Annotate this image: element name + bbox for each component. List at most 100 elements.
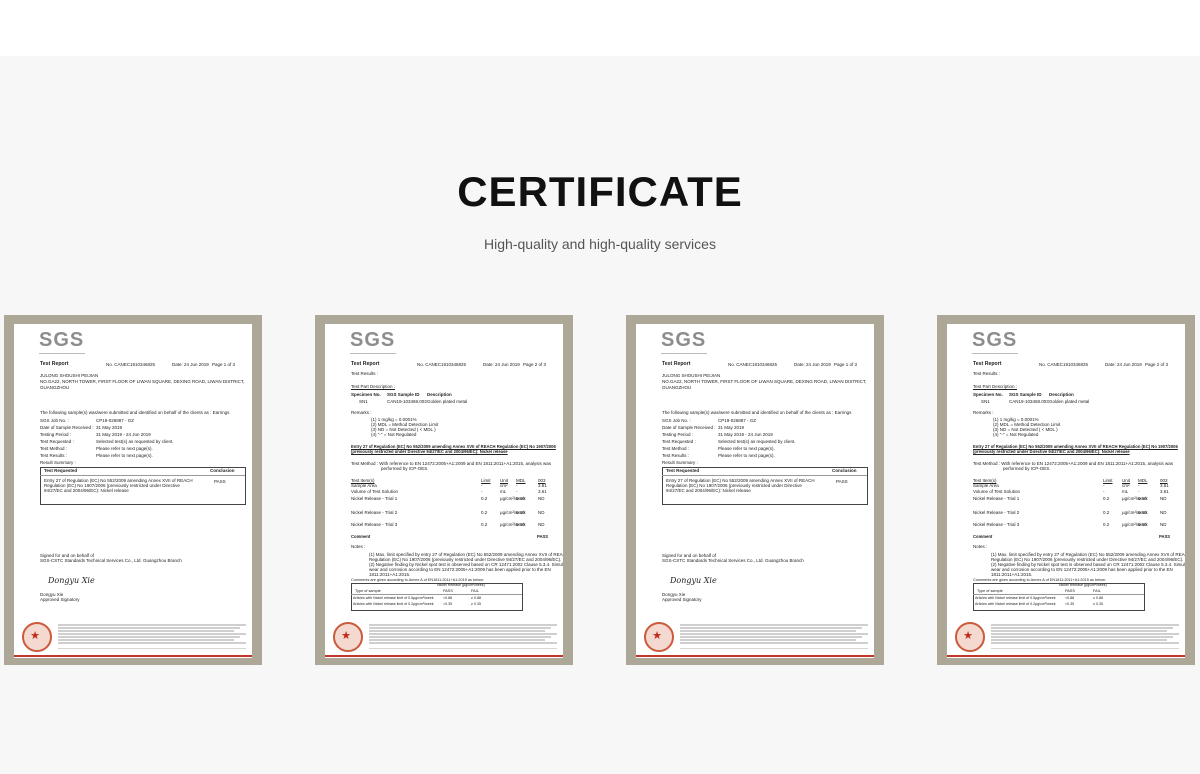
summary-conclusion: PASS xyxy=(836,479,848,484)
results-cell: 3.61 xyxy=(1160,489,1169,494)
remarks-label: Remarks : xyxy=(973,410,994,415)
description-header: Description xyxy=(1049,392,1074,397)
report-title: Test Report xyxy=(351,361,380,367)
info-label: Test Requested : xyxy=(40,439,74,444)
nickel-table-divider xyxy=(351,594,522,595)
fine-print-line xyxy=(991,633,1179,635)
certificate-frame[interactable]: SGS Test Report No. CANEC1910346825 Date: 2… xyxy=(937,315,1195,665)
results-cell: 0.2 xyxy=(481,496,488,501)
footer-red-bar xyxy=(325,655,563,657)
results-cell: Sample Area xyxy=(973,483,999,488)
sample-id: CAN19-103468.003 xyxy=(387,399,427,404)
info-value: 31 May 2019 xyxy=(96,425,123,430)
nickel-table-cell: <0.35 xyxy=(1065,602,1075,606)
results-heading: Test Results : xyxy=(973,371,1001,376)
logo-underline xyxy=(972,353,1018,354)
fine-print-line xyxy=(58,642,246,644)
info-value: CP19-026887 - GZ xyxy=(96,418,135,423)
results-cell: - xyxy=(1103,483,1105,488)
report-title: Test Report xyxy=(973,361,1002,367)
nickel-table-cell: ≥ 0.35 xyxy=(1093,602,1103,606)
results-cell: Nickel Release - Trial 2 xyxy=(351,510,398,515)
results-cell: Nickel Release - Trial 3 xyxy=(973,522,1020,527)
results-cell: - xyxy=(481,489,483,494)
remark-line: (4) "-" = Not Regulated xyxy=(371,432,417,437)
results-cell: - xyxy=(1138,489,1140,494)
specimen-no-header: Specimen No. xyxy=(351,392,381,397)
info-value: Selected test(s) as requested by client. xyxy=(718,439,796,444)
report-date: Date: 24 Jun 2019 xyxy=(172,362,209,367)
results-cell: 3.61 xyxy=(1160,483,1169,488)
fine-print-line xyxy=(369,636,551,638)
part-description-label: Test Part Description : xyxy=(351,384,396,389)
report-date: Date: 24 Jun 2019 xyxy=(1105,362,1142,367)
comment-label: Comment xyxy=(351,534,371,539)
nickel-table-header: Nickel Release (μg/cm²/week) xyxy=(1059,583,1107,587)
fine-print-line xyxy=(58,633,246,635)
fine-print-line xyxy=(680,642,868,644)
info-label: Test Method : xyxy=(40,446,68,451)
report-number: No. CANEC1910346825 xyxy=(1039,362,1089,367)
logo-underline xyxy=(39,353,85,354)
test-method-cont: performed by ICP-OES. xyxy=(1003,466,1051,471)
results-cell: - xyxy=(1138,483,1140,488)
fine-print-line xyxy=(680,633,868,635)
results-cell: ND xyxy=(538,510,545,515)
signer-role: Approved Signatory xyxy=(662,597,702,602)
signature: Dongyu Xie xyxy=(48,576,95,585)
summary-table-header: Test Requested xyxy=(666,468,700,473)
footer-red-bar xyxy=(947,655,1185,657)
certificate-document: SGS Test Report No. CANEC1910346825 Date: 2… xyxy=(14,324,252,658)
results-cell: Volume of Test Solution xyxy=(973,489,1020,494)
client-city: GUANGZHOU xyxy=(662,385,692,390)
results-cell: Sample Area xyxy=(351,483,377,488)
fine-print-line xyxy=(680,630,856,632)
test-method-cont: performed by ICP-OES. xyxy=(381,466,429,471)
seal-star-icon: ★ xyxy=(963,630,973,642)
results-cell: ND xyxy=(1160,496,1167,501)
results-cell: - xyxy=(1103,489,1105,494)
result-summary-label: Result Summary : xyxy=(40,460,76,465)
results-cell: 0.10 xyxy=(1138,510,1147,515)
result-summary-label: Result Summary : xyxy=(662,460,698,465)
footer-rule xyxy=(680,648,868,649)
report-title: Test Report xyxy=(662,361,691,367)
results-cell: 0.2 xyxy=(481,510,488,515)
client-city: GUANGZHOU xyxy=(40,385,70,390)
nickel-table-row: Articles with Nickel release limit of 0.… xyxy=(353,602,434,606)
fine-print-line xyxy=(58,639,234,641)
sample-id: CAN19-103468.003 xyxy=(1009,399,1049,404)
results-cell: 0.10 xyxy=(1138,522,1147,527)
results-cell: Nickel Release - Trial 2 xyxy=(973,510,1020,515)
signing-organization: SGS-CSTC Standards Technical Services Co… xyxy=(40,558,182,563)
info-label: Test Requested : xyxy=(662,439,696,444)
specimen-no: SN1 xyxy=(359,399,368,404)
comment-label: Comment xyxy=(973,534,993,539)
results-cell: ND xyxy=(1160,522,1167,527)
fine-print-line xyxy=(991,642,1179,644)
nickel-table-divider xyxy=(973,594,1144,595)
fine-print-line xyxy=(991,630,1167,632)
info-value: Please refer to next page(s). xyxy=(96,446,153,451)
results-cell: 0.10 xyxy=(516,522,525,527)
part-description-label: Test Part Description : xyxy=(973,384,1018,389)
fine-print-line xyxy=(369,633,557,635)
regulation-entry-cont: (previously restricted under Directive 9… xyxy=(973,449,1130,454)
report-page: Page 1 of 3 xyxy=(212,362,236,367)
certificate-frame[interactable]: SGS Test Report No. CANEC1910346825 Date: 2… xyxy=(4,315,262,665)
results-cell: Nickel Release - Trial 3 xyxy=(351,522,398,527)
sgs-logo: SGS xyxy=(661,329,707,351)
summary-conclusion-header: Conclusion xyxy=(210,468,235,473)
info-label: Date of Sample Received : xyxy=(40,425,94,430)
sgs-logo: SGS xyxy=(39,329,85,351)
certificate-document: SGS Test Report No. CANEC1910346825 Date: 2… xyxy=(325,324,563,658)
signature: Dongyu Xie xyxy=(670,576,717,585)
signer-role: Approved Signatory xyxy=(40,597,80,602)
results-cell: 0.10 xyxy=(516,510,525,515)
info-label: Test Results : xyxy=(40,453,68,458)
comment-value: PASS xyxy=(1159,534,1171,539)
certificate-frame[interactable]: SGS Test Report No. CANEC1910346825 Date: 2… xyxy=(315,315,573,665)
certificate-frame[interactable]: SGS Test Report No. CANEC1910346825 Date: 2… xyxy=(626,315,884,665)
info-label: Test Results : xyxy=(662,453,690,458)
description-header: Description xyxy=(427,392,452,397)
